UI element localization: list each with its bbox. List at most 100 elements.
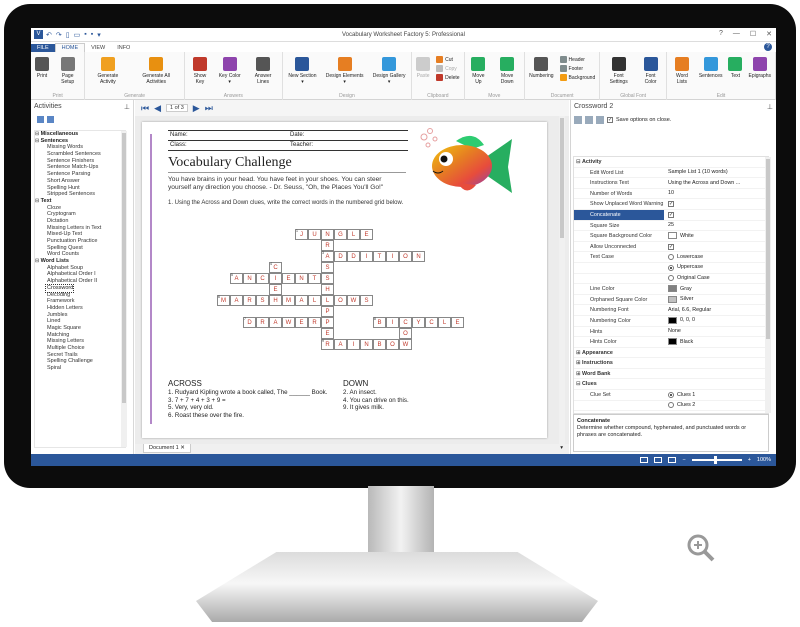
property-radio[interactable] bbox=[668, 264, 674, 271]
tree-item[interactable]: Alphabet Soup bbox=[35, 265, 125, 272]
maximize-icon[interactable]: ☐ bbox=[750, 30, 756, 38]
pin-icon[interactable]: ⊥ bbox=[124, 103, 130, 111]
property-value[interactable]: Uppercase bbox=[664, 263, 768, 273]
tree-item[interactable]: Sentence Match-Ups bbox=[35, 164, 125, 171]
sort-categorized-icon[interactable] bbox=[574, 115, 582, 124]
page-indicator[interactable]: 1 of 3 bbox=[166, 104, 188, 112]
tree-item[interactable]: Stripped Sentences bbox=[35, 191, 125, 198]
property-row[interactable]: Numbering Font Arial, 6.6, Regular bbox=[574, 305, 768, 316]
tree-item[interactable]: Punctuation Practice bbox=[35, 238, 125, 245]
tree-category[interactable]: Word Lists bbox=[35, 258, 125, 265]
property-pages-icon[interactable] bbox=[596, 115, 604, 124]
property-value[interactable]: Silver bbox=[664, 295, 768, 305]
checkmark-button[interactable]: Show Key bbox=[186, 54, 214, 91]
single-page-view-icon[interactable] bbox=[640, 457, 649, 463]
tree-item[interactable]: Spelling Quest bbox=[35, 245, 125, 252]
tree-item[interactable]: Spelling Hunt bbox=[35, 185, 125, 192]
document-tab[interactable]: Document 1 ✕ bbox=[143, 444, 191, 453]
tab-info[interactable]: INFO bbox=[111, 44, 136, 52]
property-category[interactable]: ⊞ Appearance bbox=[574, 348, 768, 359]
property-radio[interactable] bbox=[668, 391, 674, 398]
property-value[interactable]: Gray bbox=[664, 284, 768, 294]
tree-item[interactable]: Missing Letters in Text bbox=[35, 225, 125, 232]
property-value[interactable]: None bbox=[664, 327, 768, 337]
paste-button[interactable]: Paste bbox=[413, 54, 433, 91]
property-row[interactable]: Orphaned Square Color Silver bbox=[574, 295, 768, 306]
tree-item[interactable]: Jumbles bbox=[35, 312, 125, 319]
tab-view[interactable]: VIEW bbox=[85, 44, 111, 52]
tree-item[interactable]: Word Counts bbox=[35, 251, 125, 258]
close-tab-icon[interactable]: ✕ bbox=[180, 445, 185, 451]
tree-item[interactable]: Spelling Challenge bbox=[35, 358, 125, 365]
printer-button[interactable]: Print bbox=[32, 54, 52, 91]
tree-item[interactable]: Multiple Choice bbox=[35, 345, 125, 352]
lightning-button[interactable]: Generate Activity bbox=[86, 54, 129, 91]
zoom-slider[interactable] bbox=[691, 456, 742, 464]
property-value[interactable]: Lowercase bbox=[664, 252, 768, 262]
property-value[interactable]: Black bbox=[664, 337, 768, 347]
color-swatch[interactable] bbox=[668, 296, 677, 304]
document-scrollbar[interactable] bbox=[559, 116, 565, 444]
sort-alphabetical-icon[interactable] bbox=[585, 115, 593, 124]
property-category[interactable]: ⊟ Activity bbox=[574, 157, 768, 168]
property-value[interactable]: Clues 2 bbox=[664, 401, 768, 411]
tree-item[interactable]: Dictation bbox=[35, 218, 125, 225]
property-row[interactable]: Hints None bbox=[574, 327, 768, 338]
property-row[interactable]: Hints Color Black bbox=[574, 337, 768, 348]
tree-item[interactable]: Sentence Finishers bbox=[35, 158, 125, 165]
property-value[interactable]: 10 bbox=[664, 189, 768, 199]
property-checkbox[interactable]: ✓ bbox=[668, 201, 674, 208]
tree-category[interactable]: Miscellaneous bbox=[35, 131, 125, 138]
multi-page-view-icon[interactable] bbox=[668, 457, 677, 463]
copy-button[interactable]: Copy bbox=[436, 65, 459, 72]
property-row[interactable]: Line Color Gray bbox=[574, 284, 768, 295]
tree-item[interactable]: Missing Words bbox=[35, 144, 125, 151]
property-row[interactable]: Number of Words 10 bbox=[574, 189, 768, 200]
tabs-dropdown-icon[interactable]: ▾ bbox=[560, 445, 563, 451]
zoom-slider-thumb[interactable] bbox=[713, 456, 717, 464]
tree-item[interactable]: Lined bbox=[35, 318, 125, 325]
tab-file[interactable]: FILE bbox=[31, 44, 55, 52]
property-category[interactable]: ⊟ Clues bbox=[574, 379, 768, 391]
property-row[interactable]: Show Unplaced Word Warning ✓ bbox=[574, 199, 768, 210]
tree-item[interactable]: Cryptogram bbox=[35, 211, 125, 218]
two-page-view-icon[interactable] bbox=[654, 457, 663, 463]
tab-home[interactable]: HOME bbox=[54, 43, 86, 52]
background-button[interactable]: Background bbox=[559, 74, 595, 81]
property-row[interactable]: Square Background Color White bbox=[574, 231, 768, 242]
save-options-checkbox[interactable]: ✓ bbox=[607, 116, 613, 123]
section-button[interactable]: New Section ▾ bbox=[284, 54, 321, 91]
property-value[interactable]: White bbox=[664, 231, 768, 241]
tree-item[interactable]: Alphabetical Order II bbox=[35, 278, 125, 285]
lightning-multi-button[interactable]: Generate All Activities bbox=[129, 54, 182, 91]
font-color-button[interactable]: Font Color bbox=[636, 54, 665, 91]
zoom-magnifier-icon[interactable] bbox=[686, 533, 716, 563]
property-value[interactable]: Clues 1 bbox=[664, 390, 768, 400]
property-row[interactable]: Clue Set Clues 1 bbox=[574, 390, 768, 401]
font-button[interactable]: Font Settings bbox=[601, 54, 636, 91]
document-scrollbar-thumb[interactable] bbox=[560, 118, 564, 238]
color-swatch[interactable] bbox=[668, 232, 677, 240]
gallery-button[interactable]: Design Gallery ▾ bbox=[368, 54, 410, 91]
tree-item[interactable]: Secret Trails bbox=[35, 352, 125, 359]
lines-button[interactable]: Answer Lines bbox=[245, 54, 280, 91]
property-checkbox[interactable]: ✓ bbox=[668, 243, 674, 250]
property-row[interactable]: Original Case bbox=[574, 274, 768, 285]
color-swatch[interactable] bbox=[668, 285, 677, 293]
property-row[interactable]: Allow Unconnected ✓ bbox=[574, 242, 768, 253]
worksheet-page[interactable]: Name: Date: Class: Teacher: Vocabulary C… bbox=[142, 122, 547, 438]
numbering-button[interactable]: Numbering bbox=[526, 54, 556, 91]
property-value[interactable]: ✓ bbox=[664, 242, 768, 252]
tree-item[interactable]: Missing Letters bbox=[35, 338, 125, 345]
header-button[interactable]: Header bbox=[559, 56, 596, 63]
tree-scrollbar-thumb[interactable] bbox=[122, 133, 126, 403]
help-question-icon[interactable]: ? bbox=[719, 30, 723, 38]
property-category[interactable]: ⊞ Instructions bbox=[574, 358, 768, 369]
property-value[interactable]: ✓ bbox=[664, 210, 768, 220]
zoom-in-icon[interactable]: + bbox=[748, 457, 751, 463]
tree-item-selected[interactable]: Crossword bbox=[44, 283, 75, 293]
tree-item[interactable]: Scrambled Sentences bbox=[35, 151, 125, 158]
sentences-button[interactable]: Sentences bbox=[696, 54, 726, 91]
epigraphs-button[interactable]: Epigraphs bbox=[745, 54, 774, 91]
property-row[interactable]: Concatenate ✓ bbox=[574, 209, 768, 221]
